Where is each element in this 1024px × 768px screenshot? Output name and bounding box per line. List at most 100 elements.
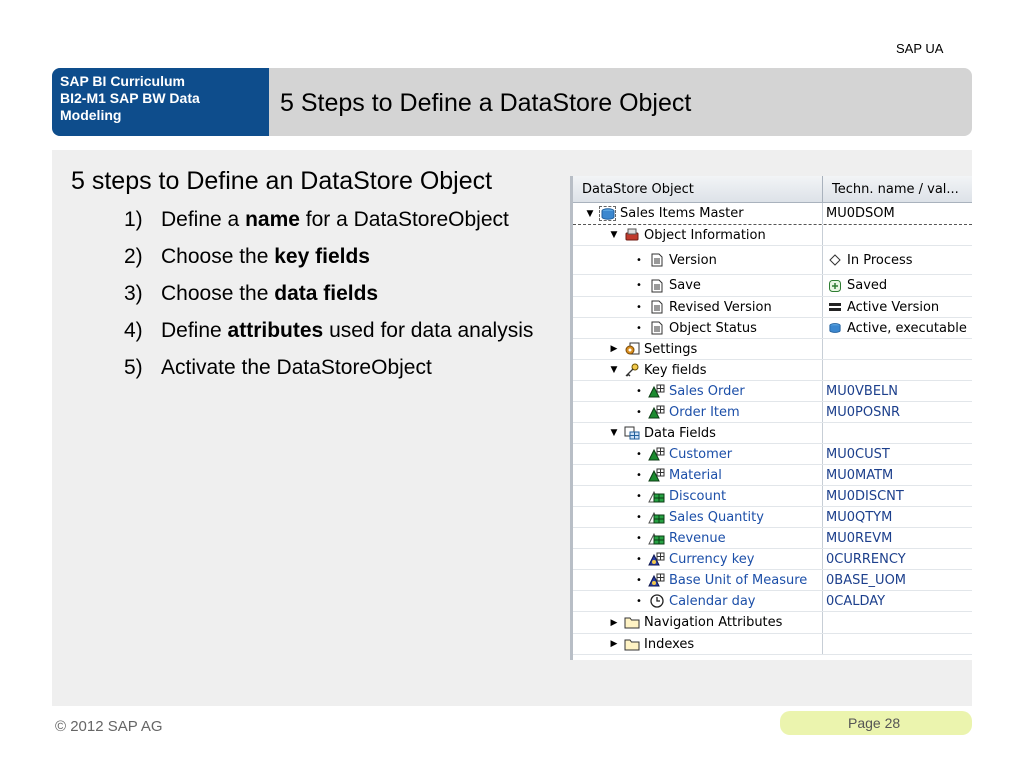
tree-value-cell: In Process (823, 246, 972, 274)
bullet-icon: • (636, 595, 642, 607)
bullet-icon: • (636, 574, 642, 586)
header-bar: SAP BI Curriculum BI2-M1 SAP BW Data Mod… (52, 68, 972, 136)
tree-row-customer[interactable]: • Customer MU0CUST (573, 444, 972, 465)
tree-label: Discount (669, 488, 727, 504)
plus-circle-icon (826, 278, 843, 293)
column-header-techname[interactable]: Techn. name / val... (823, 176, 972, 202)
slide-title: 5 Steps to Define a DataStore Object (280, 89, 692, 117)
characteristic-icon (648, 468, 665, 483)
bullet-icon: • (636, 301, 642, 313)
data-fields-icon (623, 426, 640, 441)
step-item: 1) Define a name for a DataStoreObject (124, 207, 564, 233)
tree-row-revised-version[interactable]: • Revised Version Active Version (573, 297, 972, 318)
top-label: SAP UA (896, 41, 944, 56)
folder-icon (623, 615, 640, 630)
tree-row-save[interactable]: • Save Saved (573, 275, 972, 297)
characteristic-icon (648, 447, 665, 462)
tree-value: In Process (847, 252, 913, 268)
tree-label: Base Unit of Measure (669, 572, 808, 588)
curriculum-line-2: BI2-M1 SAP BW Data (60, 90, 200, 106)
expand-toggle-icon[interactable]: ▼ (609, 230, 619, 240)
collapse-toggle-icon[interactable]: ▶ (609, 618, 619, 628)
curriculum-label: SAP BI Curriculum BI2-M1 SAP BW Data Mod… (52, 68, 269, 136)
unit-characteristic-icon (648, 573, 665, 588)
document-icon (648, 321, 665, 336)
bullet-icon: • (636, 511, 642, 523)
tree-row-indexes[interactable]: ▶ Indexes (573, 634, 972, 655)
datastore-icon (599, 206, 616, 221)
expand-toggle-icon[interactable]: ▼ (609, 428, 619, 438)
copyright-text: © 2012 SAP AG (55, 718, 163, 735)
tree-value: Active, executable (847, 320, 967, 336)
tree-label: Settings (644, 341, 698, 357)
tree-row-key-fields[interactable]: ▼ Key fields (573, 360, 972, 381)
document-icon (648, 278, 665, 293)
step-text: Choose the key fields (161, 245, 370, 268)
tree-label: Revised Version (669, 299, 772, 315)
datastore-tree-table: DataStore Object Techn. name / val... ▼ … (570, 176, 972, 660)
tree-row-sales-order[interactable]: • Sales Order MU0VBELN (573, 381, 972, 402)
tree-row-sales-quantity[interactable]: • Sales Quantity MU0QTYM (573, 507, 972, 528)
steps-list: 1) Define a name for a DataStoreObject 2… (124, 207, 564, 392)
object-info-icon (623, 228, 640, 243)
key-figure-icon (648, 531, 665, 546)
tree-label: Currency key (669, 551, 755, 567)
collapse-toggle-icon[interactable]: ▶ (609, 344, 619, 354)
datastore-icon (826, 321, 843, 336)
column-header-object[interactable]: DataStore Object (573, 176, 823, 202)
tree-row-base-unit[interactable]: • Base Unit of Measure 0BASE_UOM (573, 570, 972, 591)
tree-row-discount[interactable]: • Discount MU0DISCNT (573, 486, 972, 507)
page-number-badge: Page 28 (780, 711, 972, 735)
tree-row-data-fields[interactable]: ▼ Data Fields (573, 423, 972, 444)
tree-value: 0CALDAY (826, 593, 886, 609)
bullet-icon: • (636, 532, 642, 544)
tree-label: Object Status (669, 320, 757, 336)
document-icon (648, 300, 665, 315)
tree-value: MU0VBELN (826, 383, 898, 399)
tree-row-calendar-day[interactable]: • Calendar day 0CALDAY (573, 591, 972, 612)
tree-value (823, 360, 972, 380)
tree-row-order-item[interactable]: • Order Item MU0POSNR (573, 402, 972, 423)
tree-label: Key fields (644, 362, 707, 378)
tree-row-navigation-attributes[interactable]: ▶ Navigation Attributes (573, 612, 972, 634)
tree-row-revenue[interactable]: • Revenue MU0REVM (573, 528, 972, 549)
tree-value: MU0CUST (826, 446, 890, 462)
tree-label: Save (669, 278, 701, 293)
bullet-icon: • (636, 385, 642, 397)
tree-label: Order Item (669, 404, 740, 420)
tree-row-object-status[interactable]: • Object Status Active, executable (573, 318, 972, 339)
tree-row-material[interactable]: • Material MU0MATM (573, 465, 972, 486)
tree-label: Navigation Attributes (644, 615, 783, 630)
equals-icon (826, 300, 843, 315)
tree-label: Sales Order (669, 383, 745, 399)
tree-value: MU0REVM (826, 530, 893, 546)
unit-characteristic-icon (648, 552, 665, 567)
expand-toggle-icon[interactable]: ▼ (585, 209, 595, 219)
step-text: Choose the data fields (161, 282, 379, 305)
folder-icon (623, 637, 640, 652)
step-text: Define attributes used for data analysis (161, 319, 534, 342)
step-text: Activate the DataStoreObject (161, 356, 432, 379)
characteristic-icon (648, 384, 665, 399)
tree-label: Data Fields (644, 425, 716, 441)
bullet-icon: • (636, 469, 642, 481)
key-figure-icon (648, 510, 665, 525)
tree-row-sales-items-master[interactable]: ▼ Sales Items Master MU0DSOM (573, 203, 972, 225)
tree-row-object-information[interactable]: ▼ Object Information (573, 225, 972, 246)
tree-label: Version (669, 252, 717, 268)
characteristic-icon (648, 405, 665, 420)
tree-header: DataStore Object Techn. name / val... (573, 176, 972, 203)
collapse-toggle-icon[interactable]: ▶ (609, 639, 619, 649)
tree-label: Calendar day (669, 593, 756, 609)
bullet-icon: • (636, 322, 642, 334)
tree-value-cell: Saved (823, 275, 972, 296)
bullet-icon: • (636, 448, 642, 460)
tree-row-version[interactable]: • Version In Process (573, 246, 972, 275)
tree-row-settings[interactable]: ▶ Settings (573, 339, 972, 360)
tree-label: Object Information (644, 227, 766, 243)
tree-row-currency-key[interactable]: • Currency key 0CURRENCY (573, 549, 972, 570)
content-heading: 5 steps to Define an DataStore Object (71, 167, 493, 195)
tree-value (823, 225, 972, 245)
expand-toggle-icon[interactable]: ▼ (609, 365, 619, 375)
tree-label: Indexes (644, 636, 695, 652)
